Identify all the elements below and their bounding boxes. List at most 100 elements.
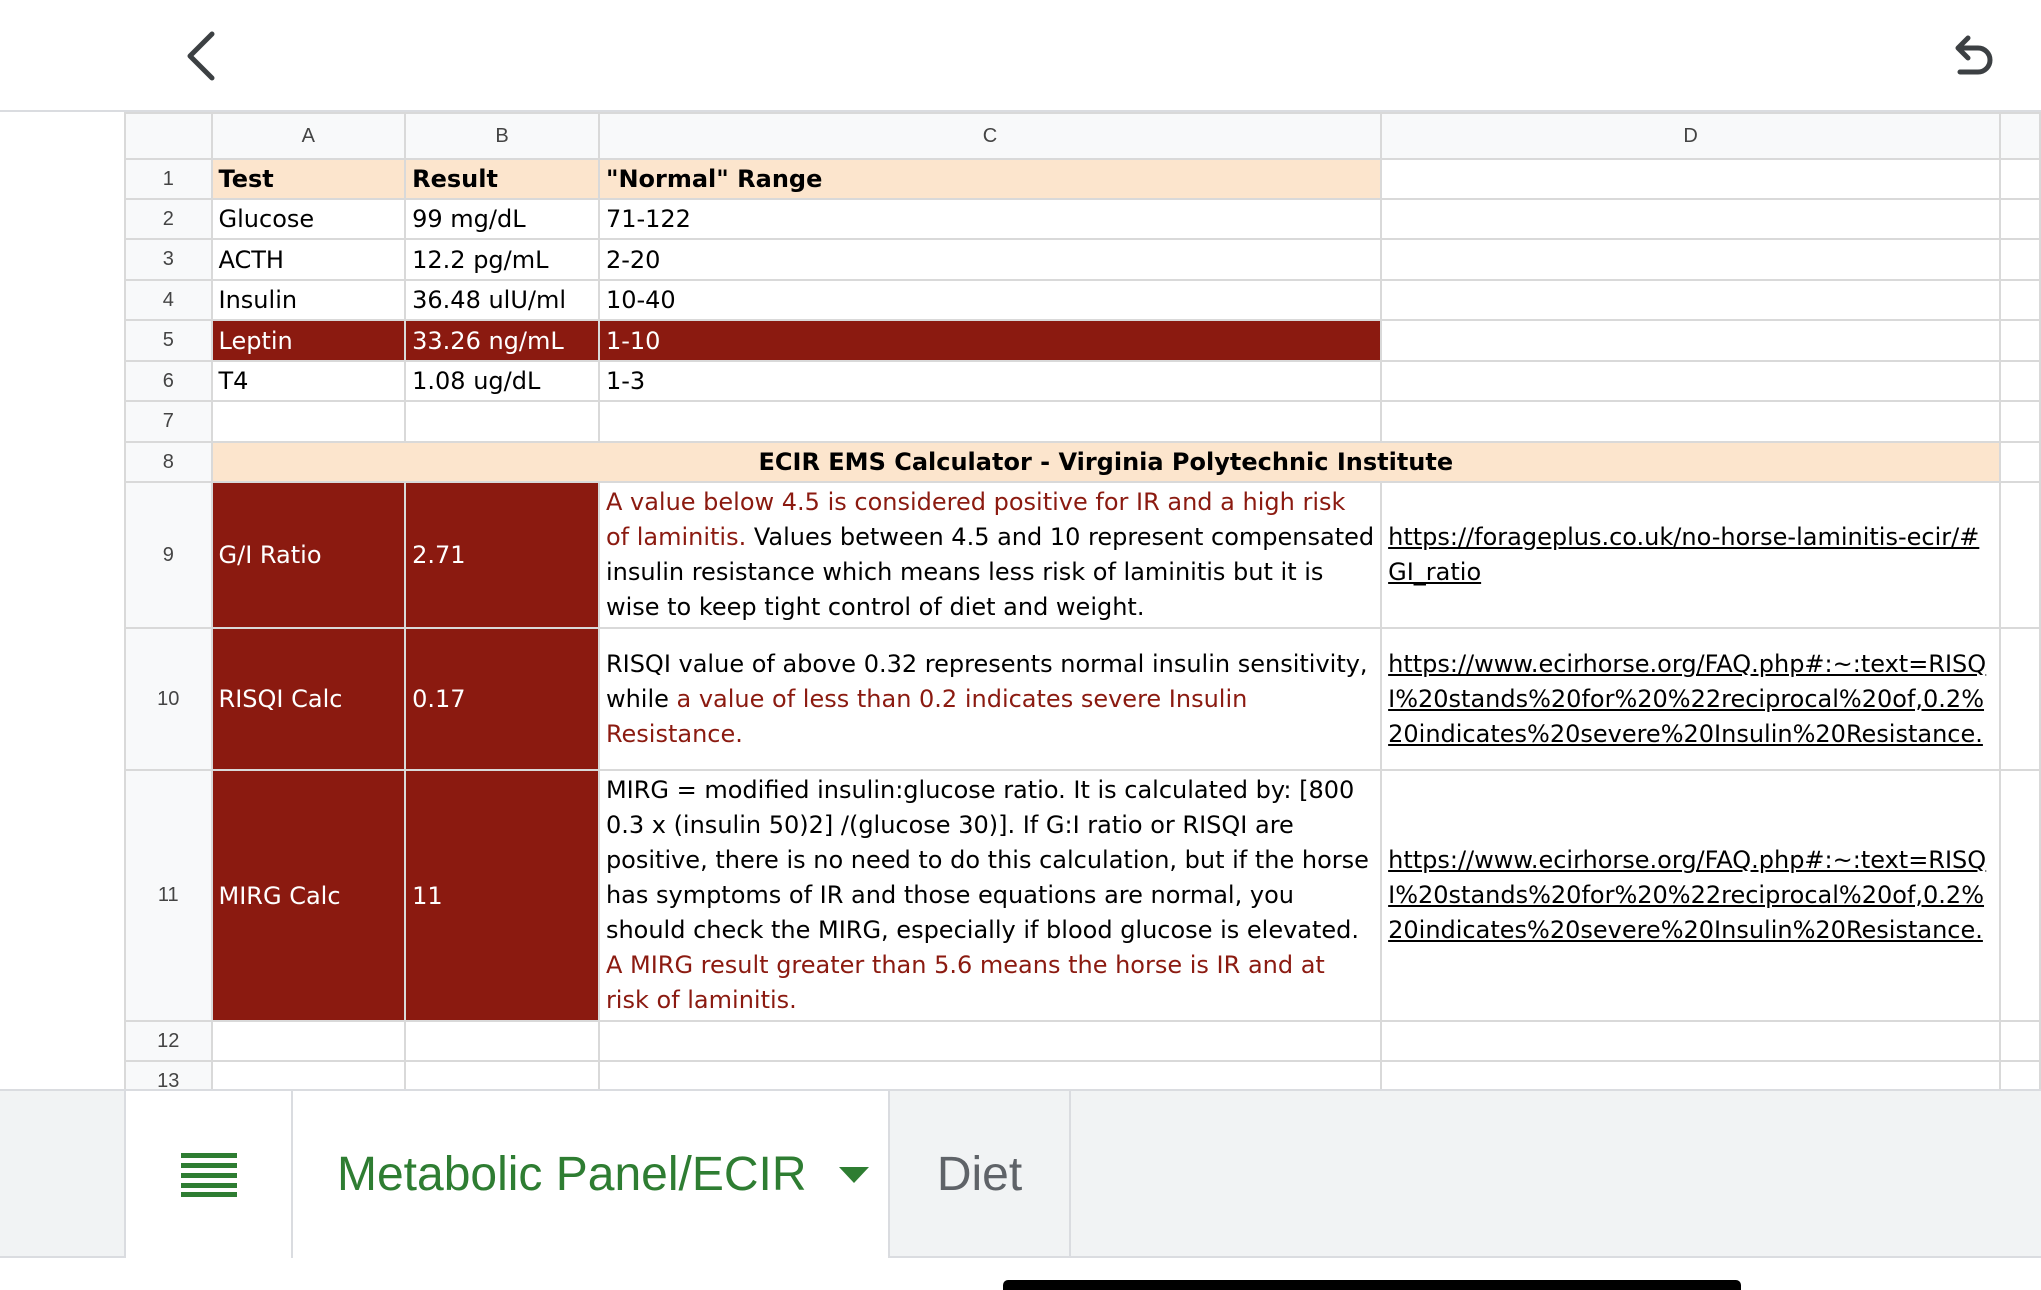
- cell-a11[interactable]: MIRG Calc: [210, 769, 407, 1022]
- cell-a3[interactable]: ACTH: [210, 238, 407, 281]
- cell-a4[interactable]: Insulin: [210, 279, 407, 321]
- cell-b12[interactable]: [404, 1020, 600, 1062]
- row-header[interactable]: 6: [124, 360, 213, 402]
- row-header[interactable]: 11: [124, 769, 213, 1022]
- row-header[interactable]: 5: [124, 319, 213, 362]
- cell-b13[interactable]: [404, 1060, 600, 1089]
- row-header[interactable]: 12: [124, 1020, 213, 1062]
- cell-d9[interactable]: https://forageplus.co.uk/no-horse-lamini…: [1380, 481, 2002, 629]
- cell-e3[interactable]: [1999, 238, 2041, 281]
- cell-a2[interactable]: Glucose: [210, 198, 407, 240]
- cell-e1[interactable]: [1999, 158, 2041, 200]
- table-row: 8 ECIR EMS Calculator - Virginia Polytec…: [124, 441, 2041, 483]
- cell-b3[interactable]: 12.2 pg/mL: [404, 238, 600, 281]
- cell-a13[interactable]: [210, 1060, 407, 1089]
- cell-c1[interactable]: "Normal" Range: [597, 158, 1383, 200]
- cell-d4[interactable]: [1380, 279, 2002, 321]
- cell-d3[interactable]: [1380, 238, 2002, 281]
- cell-e8[interactable]: [1999, 441, 2041, 483]
- cell-e7[interactable]: [1999, 400, 2041, 443]
- row-header[interactable]: 2: [124, 198, 213, 240]
- tab-diet[interactable]: Diet: [890, 1091, 1071, 1258]
- undo-button[interactable]: [1940, 24, 2004, 88]
- row-header[interactable]: 4: [124, 279, 213, 321]
- cell-d13[interactable]: [1380, 1060, 2002, 1089]
- merged-title-cell[interactable]: ECIR EMS Calculator - Virginia Polytechn…: [210, 441, 2002, 483]
- cell-b10[interactable]: 0.17: [404, 627, 600, 771]
- row-header[interactable]: 1: [124, 158, 213, 200]
- cell-c2[interactable]: 71-122: [597, 198, 1383, 240]
- cell-d10-link[interactable]: https://www.ecirhorse.org/FAQ.php#:~:tex…: [1388, 650, 1986, 748]
- cell-c12[interactable]: [597, 1020, 1383, 1062]
- cell-d11-link[interactable]: https://www.ecirhorse.org/FAQ.php#:~:tex…: [1388, 846, 1986, 944]
- cell-e4[interactable]: [1999, 279, 2041, 321]
- cell-b6[interactable]: 1.08 ug/dL: [404, 360, 600, 402]
- column-header-e[interactable]: [1999, 112, 2041, 160]
- cell-b2[interactable]: 99 mg/dL: [404, 198, 600, 240]
- cell-e13[interactable]: [1999, 1060, 2041, 1089]
- column-header-b[interactable]: B: [404, 112, 600, 160]
- cell-b5[interactable]: 33.26 ng/mL: [404, 319, 600, 362]
- cell-b11[interactable]: 11: [404, 769, 600, 1022]
- row-header[interactable]: 10: [124, 627, 213, 771]
- cell-c7[interactable]: [597, 400, 1383, 443]
- cell-b1[interactable]: Result: [404, 158, 600, 200]
- sheet-table: A B C D 1 Test Result "Normal" Range 2 G…: [124, 112, 2041, 1089]
- cell-d2[interactable]: [1380, 198, 2002, 240]
- cell-d1[interactable]: [1380, 158, 2002, 200]
- chevron-left-icon: [187, 31, 215, 81]
- table-row: 5 Leptin 33.26 ng/mL 1-10: [124, 319, 2041, 362]
- row-header[interactable]: 7: [124, 400, 213, 443]
- cell-d11[interactable]: https://www.ecirhorse.org/FAQ.php#:~:tex…: [1380, 769, 2002, 1022]
- cell-a6[interactable]: T4: [210, 360, 407, 402]
- cell-a9[interactable]: G/I Ratio: [210, 481, 407, 629]
- table-row: 12: [124, 1020, 2041, 1062]
- cell-b4[interactable]: 36.48 ulU/ml: [404, 279, 600, 321]
- row-header[interactable]: 3: [124, 238, 213, 281]
- select-all-corner[interactable]: [124, 112, 213, 160]
- cell-c3[interactable]: 2-20: [597, 238, 1383, 281]
- row-header[interactable]: 9: [124, 481, 213, 629]
- cell-c10[interactable]: RISQI value of above 0.32 represents nor…: [597, 627, 1383, 771]
- spreadsheet-grid[interactable]: A B C D 1 Test Result "Normal" Range 2 G…: [0, 112, 2041, 1089]
- cell-c5[interactable]: 1-10: [597, 319, 1383, 362]
- cell-c11[interactable]: MIRG = modified insulin:glucose ratio. I…: [597, 769, 1383, 1022]
- all-sheets-button[interactable]: [124, 1091, 293, 1258]
- cell-d9-link[interactable]: https://forageplus.co.uk/no-horse-lamini…: [1388, 523, 1979, 586]
- cell-a12[interactable]: [210, 1020, 407, 1062]
- cell-e5[interactable]: [1999, 319, 2041, 362]
- cell-e12[interactable]: [1999, 1020, 2041, 1062]
- dropdown-caret-icon[interactable]: [838, 1166, 869, 1183]
- cell-e11[interactable]: [1999, 769, 2041, 1022]
- cell-a1[interactable]: Test: [210, 158, 407, 200]
- cell-b9[interactable]: 2.71: [404, 481, 600, 629]
- table-row: 6 T4 1.08 ug/dL 1-3: [124, 360, 2041, 402]
- column-header-d[interactable]: D: [1380, 112, 2002, 160]
- cell-a5[interactable]: Leptin: [210, 319, 407, 362]
- cell-d5[interactable]: [1380, 319, 2002, 362]
- cell-b7[interactable]: [404, 400, 600, 443]
- cell-c9[interactable]: A value below 4.5 is considered positive…: [597, 481, 1383, 629]
- cell-e10[interactable]: [1999, 627, 2041, 771]
- table-row: 2 Glucose 99 mg/dL 71-122: [124, 198, 2041, 240]
- cell-a7[interactable]: [210, 400, 407, 443]
- cell-d7[interactable]: [1380, 400, 2002, 443]
- cell-e2[interactable]: [1999, 198, 2041, 240]
- row-header[interactable]: 8: [124, 441, 213, 483]
- cell-c13[interactable]: [597, 1060, 1383, 1089]
- cell-e6[interactable]: [1999, 360, 2041, 402]
- row-header[interactable]: 13: [124, 1060, 213, 1089]
- cell-a10[interactable]: RISQI Calc: [210, 627, 407, 771]
- cell-d10[interactable]: https://www.ecirhorse.org/FAQ.php#:~:tex…: [1380, 627, 2002, 771]
- cell-d12[interactable]: [1380, 1020, 2002, 1062]
- cell-d6[interactable]: [1380, 360, 2002, 402]
- column-header-a[interactable]: A: [210, 112, 407, 160]
- column-header-row: A B C D: [124, 112, 2041, 160]
- cell-e9[interactable]: [1999, 481, 2041, 629]
- tab-metabolic-panel-ecir[interactable]: Metabolic Panel/ECIR: [293, 1091, 890, 1258]
- cell-c4[interactable]: 10-40: [597, 279, 1383, 321]
- sheet-tab-bar: Metabolic Panel/ECIR Diet: [0, 1089, 2041, 1258]
- cell-c6[interactable]: 1-3: [597, 360, 1383, 402]
- column-header-c[interactable]: C: [597, 112, 1383, 160]
- back-button[interactable]: [168, 24, 232, 88]
